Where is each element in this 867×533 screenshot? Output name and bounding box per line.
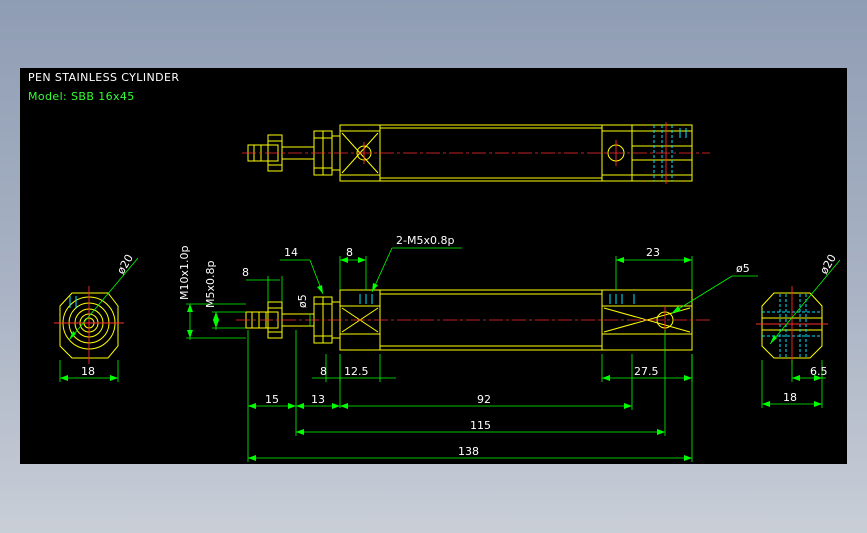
nut-width-label: 8 [242, 266, 249, 279]
port-callout-label: 2-M5x0.8p [396, 234, 454, 247]
right-end-view [756, 259, 841, 408]
dim-115-label: 115 [470, 419, 491, 432]
dim-138-label: 138 [458, 445, 479, 458]
left-end-width-label: 18 [81, 365, 95, 378]
right-end-dia-label: ø20 [817, 252, 839, 276]
dim-13-label: 13 [311, 393, 325, 406]
right-end-width-label: 18 [783, 391, 797, 404]
right-end-offset-label: 6.5 [810, 365, 828, 378]
cad-drawing[interactable]: ø20 18 M10x1.0p M5x0.8p 8 14 ø5 8 2-M5x0… [20, 68, 847, 464]
cap-length-bottom-label: 8 [320, 365, 327, 378]
drawing-viewport[interactable]: PEN STAINLESS CYLINDER Model: SBB 16x45 [20, 68, 847, 464]
rod-dia-label: ø5 [296, 294, 309, 308]
clevis-bottom-label: 27.5 [634, 365, 659, 378]
thread-small-label: M5x0.8p [204, 261, 217, 308]
cap-length-top-label: 8 [346, 246, 353, 259]
cap-offset-label: 12.5 [344, 365, 369, 378]
thread-main-label: M10x1.0p [178, 246, 191, 300]
top-view-cylinder [242, 122, 710, 184]
pin-dia-label: ø5 [736, 262, 750, 275]
dim-15-label: 15 [265, 393, 279, 406]
dim-92-label: 92 [477, 393, 491, 406]
hex-width-label: 14 [284, 246, 298, 259]
clevis-top-label: 23 [646, 246, 660, 259]
